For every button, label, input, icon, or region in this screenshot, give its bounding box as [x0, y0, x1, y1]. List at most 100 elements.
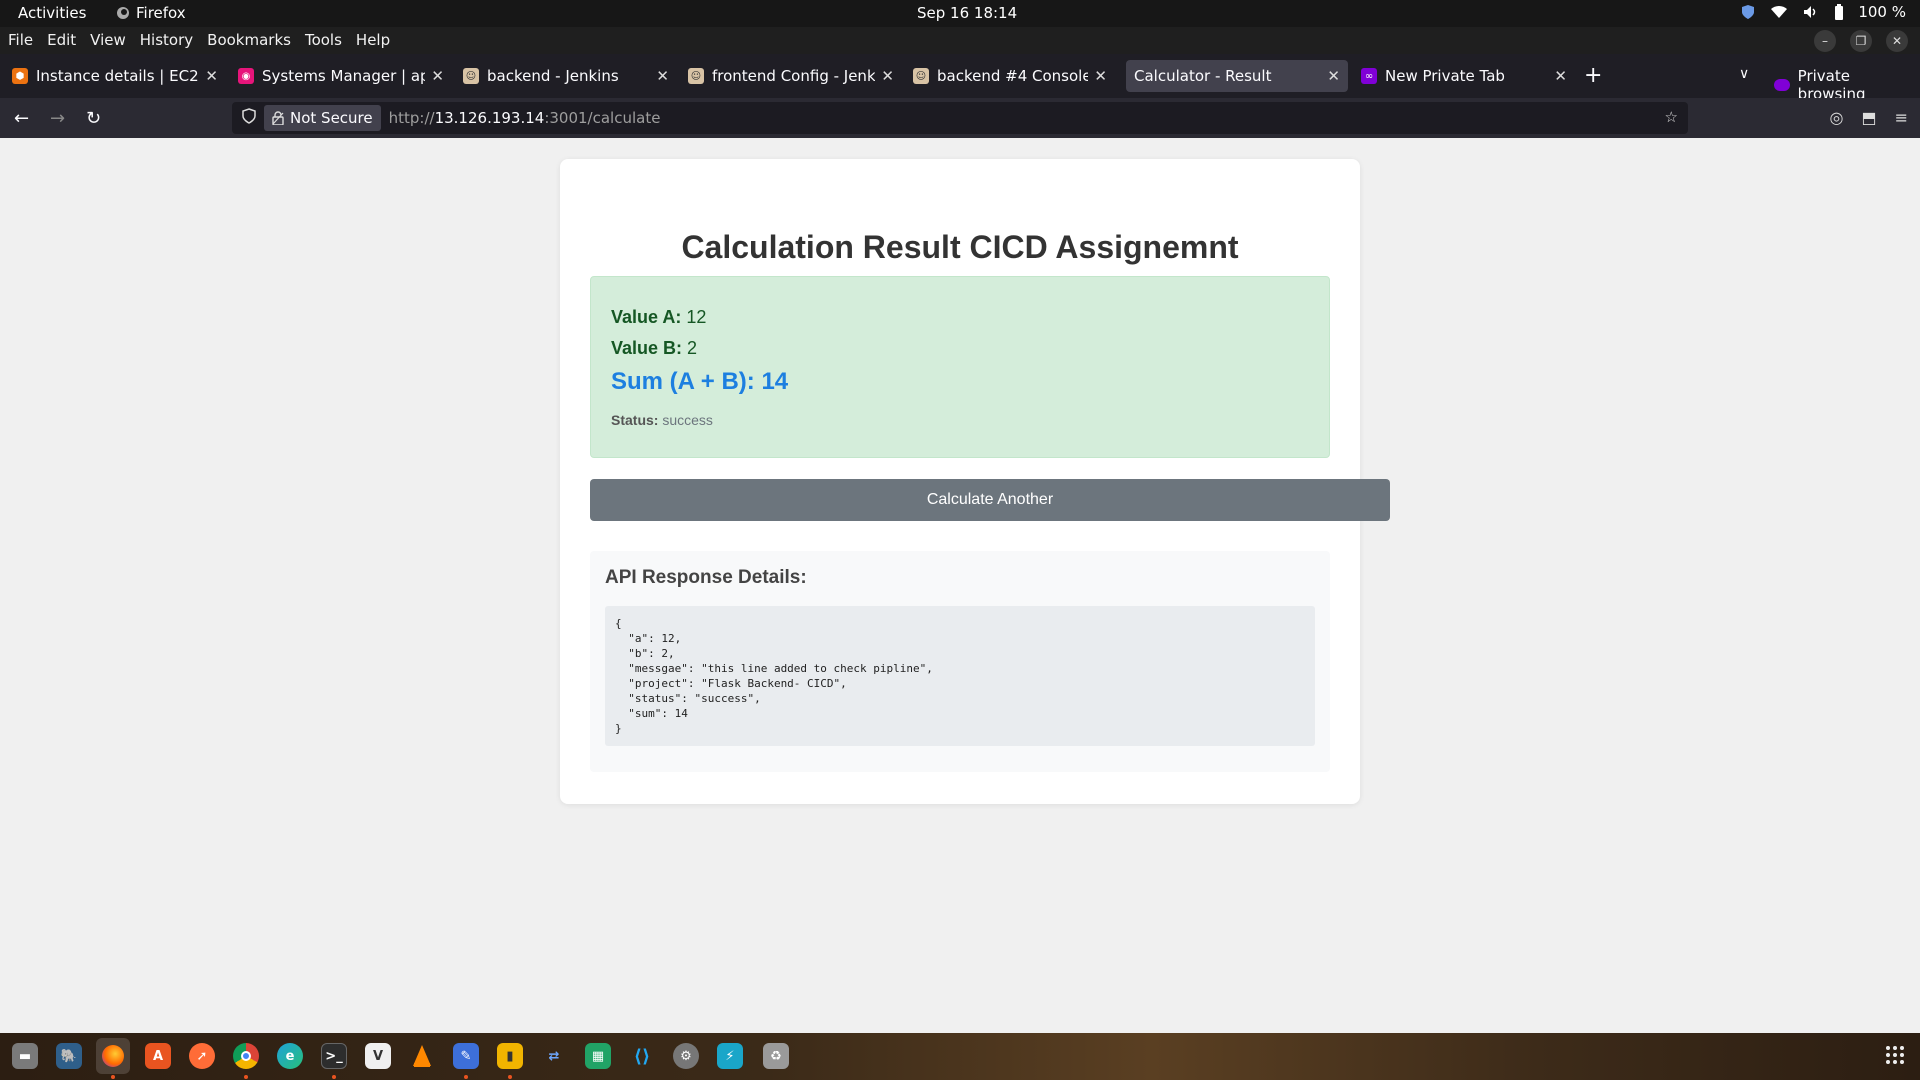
postman-icon[interactable]: ➚	[189, 1043, 215, 1069]
tab-calculator-result[interactable]: Calculator - Result ✕	[1126, 60, 1348, 92]
clock[interactable]: Sep 16 18:14	[917, 4, 1017, 22]
jenkins-icon: ☺	[463, 68, 479, 84]
show-apps-grid-icon[interactable]	[1886, 1046, 1904, 1064]
extensions-icon[interactable]: ⬒	[1861, 108, 1876, 127]
aws-ec2-icon: ⬢	[12, 68, 28, 84]
tab-title: backend - Jenkins	[487, 67, 619, 85]
tab-bar: ⬢ Instance details | EC2 | ap ✕ ◉ System…	[0, 54, 1920, 103]
hamburger-menu-icon[interactable]: ≡	[1895, 108, 1908, 127]
url-path: :3001/calculate	[544, 109, 661, 127]
vim-icon[interactable]: V	[365, 1043, 391, 1069]
menu-bookmarks[interactable]: Bookmarks	[207, 31, 291, 49]
tab-title: Systems Manager | ap-so	[262, 67, 426, 85]
vlc-icon[interactable]	[409, 1043, 435, 1069]
list-all-tabs-chevron-icon[interactable]: ∨	[1739, 66, 1749, 82]
battery-icon[interactable]	[1834, 4, 1844, 20]
status-value: success	[662, 412, 713, 428]
new-tab-button[interactable]: +	[1584, 63, 1602, 88]
close-tab-icon[interactable]: ✕	[1554, 67, 1567, 85]
volume-icon[interactable]	[1802, 5, 1820, 19]
app-name: Firefox	[136, 4, 186, 22]
running-indicator	[332, 1075, 336, 1079]
close-tab-icon[interactable]: ✕	[656, 67, 669, 85]
running-indicator	[244, 1075, 248, 1079]
bookmark-star-icon[interactable]: ☆	[1665, 108, 1678, 126]
restore-button[interactable]: ❐	[1850, 30, 1872, 52]
close-tab-icon[interactable]: ✕	[205, 67, 218, 85]
app-menu[interactable]: Firefox	[116, 4, 186, 22]
url-bar[interactable]: Not Secure http://13.126.193.14:3001/cal…	[232, 102, 1688, 134]
menu-history[interactable]: History	[140, 31, 193, 49]
vscode-icon[interactable]: ⟨⟩	[629, 1043, 655, 1069]
pgadmin-icon[interactable]: 🐘	[56, 1043, 82, 1069]
trash-icon[interactable]: ♻	[763, 1043, 789, 1069]
close-window-button[interactable]: ✕	[1886, 30, 1908, 52]
running-indicator	[464, 1075, 468, 1079]
menu-tools[interactable]: Tools	[305, 31, 342, 49]
api-response-section: API Response Details: { "a": 12, "b": 2,…	[590, 551, 1330, 772]
back-arrow-icon[interactable]: ←	[14, 108, 29, 129]
tab-frontend-config[interactable]: ☺ frontend Config - Jenkins ✕	[680, 60, 902, 92]
menu-help[interactable]: Help	[356, 31, 390, 49]
status-line: Status: success	[611, 412, 713, 428]
private-mask-icon: ∞	[1361, 68, 1377, 84]
tab-systems-manager[interactable]: ◉ Systems Manager | ap-so ✕	[230, 60, 452, 92]
taskbar-dock: ▬ 🐘 A ➚ e >_ V ✎ ▮ ⇄ ▦ ⟨⟩ ⚙ ⚡ ♻	[0, 1033, 1920, 1080]
files-icon[interactable]: ▬	[12, 1043, 38, 1069]
wifi-icon[interactable]	[1770, 5, 1788, 19]
minimize-button[interactable]: –	[1814, 30, 1836, 52]
bolt-icon[interactable]: ⚡	[717, 1043, 743, 1069]
tab-title: New Private Tab	[1385, 67, 1505, 85]
page-viewport: Calculation Result CICD Assignemnt Value…	[0, 138, 1920, 1033]
firefox-icon	[117, 7, 129, 19]
security-shield-icon[interactable]	[1740, 4, 1756, 20]
url-prefix: http://	[388, 109, 435, 127]
page-title: Calculation Result CICD Assignemnt	[681, 229, 1239, 265]
reload-icon[interactable]: ↻	[86, 108, 101, 129]
system-top-bar: Activities Firefox Sep 16 18:14 100 %	[0, 0, 1920, 27]
close-tab-icon[interactable]: ✕	[431, 67, 444, 85]
menu-view[interactable]: View	[90, 31, 126, 49]
value-b-line: Value B: 2	[611, 338, 697, 359]
navigation-toolbar: ← → ↻ Not Secure http://13.126.193.14:30…	[0, 98, 1920, 138]
menu-file[interactable]: File	[8, 31, 33, 49]
url-text[interactable]: http://13.126.193.14:3001/calculate	[389, 109, 661, 127]
tracking-protection-shield-icon[interactable]	[242, 108, 256, 128]
close-tab-icon[interactable]: ✕	[881, 67, 894, 85]
git-icon[interactable]: ⇄	[541, 1043, 567, 1069]
software-icon[interactable]: A	[145, 1043, 171, 1069]
jenkins-icon: ☺	[913, 68, 929, 84]
tab-new-private[interactable]: ∞ New Private Tab ✕	[1353, 60, 1575, 92]
battery-percent: 100 %	[1858, 3, 1906, 21]
tab-title: backend #4 Console - Jen	[937, 67, 1089, 85]
value-a-label: Value A:	[611, 307, 682, 327]
result-box: Value A: 12 Value B: 2 Sum (A + B): 14 S…	[590, 276, 1330, 458]
account-icon[interactable]: ◎	[1830, 108, 1844, 127]
firefox-icon[interactable]	[96, 1038, 130, 1074]
menu-edit[interactable]: Edit	[47, 31, 76, 49]
api-response-heading: API Response Details:	[605, 567, 807, 588]
tab-title: frontend Config - Jenkins	[712, 67, 876, 85]
tab-title: Calculator - Result	[1134, 67, 1272, 85]
tab-backend-console[interactable]: ☺ backend #4 Console - Jen ✕	[905, 60, 1115, 92]
tab-backend-jenkins[interactable]: ☺ backend - Jenkins ✕	[455, 60, 677, 92]
text-editor-icon[interactable]: ✎	[453, 1043, 479, 1069]
settings-icon[interactable]: ⚙	[673, 1043, 699, 1069]
chrome-icon[interactable]	[233, 1043, 259, 1069]
terminal-icon[interactable]: >_	[321, 1043, 347, 1069]
spreadsheet-icon[interactable]: ▦	[585, 1043, 611, 1069]
calculate-another-button[interactable]: Calculate Another	[590, 479, 1390, 521]
status-label: Status:	[611, 412, 659, 428]
private-mask-icon	[1774, 79, 1790, 91]
value-a-line: Value A: 12	[611, 307, 706, 328]
forward-arrow-icon[interactable]: →	[50, 108, 65, 129]
sum-result: Sum (A + B): 14	[611, 368, 789, 395]
lock-icon	[272, 111, 284, 125]
activities-button[interactable]: Activities	[18, 4, 86, 22]
edge-icon[interactable]: e	[277, 1043, 303, 1069]
archive-icon[interactable]: ▮	[497, 1043, 523, 1069]
not-secure-badge[interactable]: Not Secure	[264, 105, 381, 131]
close-tab-icon[interactable]: ✕	[1094, 67, 1107, 85]
tab-ec2[interactable]: ⬢ Instance details | EC2 | ap ✕	[4, 60, 226, 92]
close-tab-icon[interactable]: ✕	[1327, 67, 1340, 85]
